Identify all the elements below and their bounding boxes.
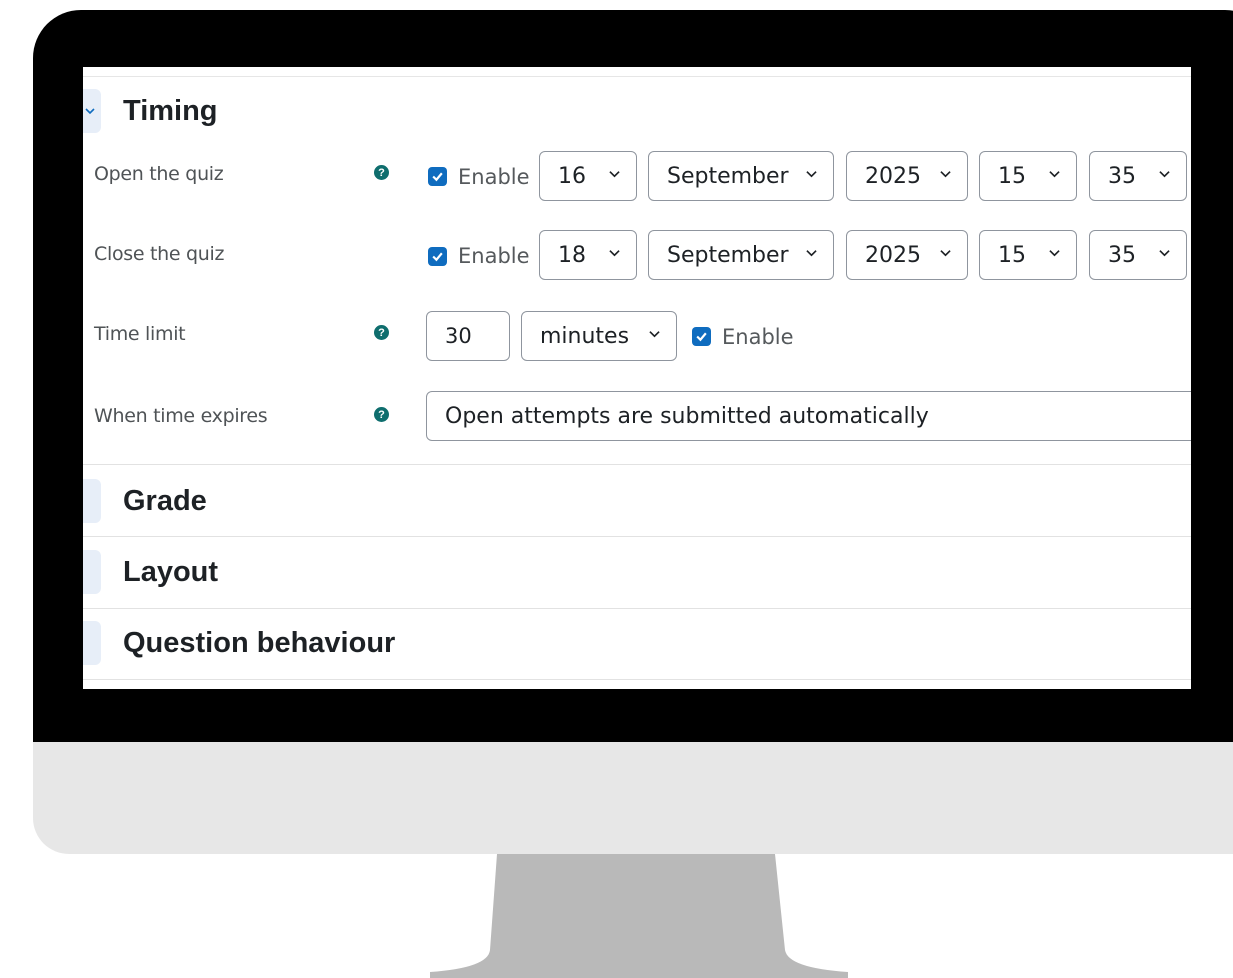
- collapse-toggle[interactable]: [83, 89, 101, 133]
- close-quiz-year-select[interactable]: 2025: [846, 230, 968, 280]
- close-quiz-enable-checkbox[interactable]: [428, 247, 447, 266]
- chevron-down-icon: [609, 171, 620, 178]
- chevron-down-icon: [609, 250, 620, 257]
- open-quiz-enable-label: Enable: [458, 165, 530, 189]
- open-quiz-label: Open the quiz: [94, 163, 224, 185]
- chevron-down-icon: [1159, 171, 1170, 178]
- open-quiz-hour-value: 15: [998, 163, 1026, 189]
- section-divider: [83, 536, 1191, 537]
- time-limit-unit-value: minutes: [540, 323, 630, 349]
- time-limit-input[interactable]: 30: [426, 311, 510, 361]
- close-quiz-day-value: 18: [558, 242, 586, 268]
- section-divider: [83, 464, 1191, 465]
- open-quiz-minute-value: 35: [1108, 163, 1136, 189]
- top-divider: [83, 76, 1191, 77]
- chevron-down-icon: [806, 171, 817, 178]
- open-quiz-year-select[interactable]: 2025: [846, 151, 968, 201]
- close-quiz-minute-value: 35: [1108, 242, 1136, 268]
- chevron-down-icon: [85, 108, 95, 115]
- close-quiz-month-value: September: [667, 242, 789, 268]
- chevron-down-icon: [1159, 250, 1170, 257]
- chevron-down-icon: [649, 331, 660, 338]
- time-limit-unit-select[interactable]: minutes: [521, 311, 677, 361]
- expand-toggle[interactable]: [83, 479, 101, 523]
- section-title-question-behaviour: Question behaviour: [123, 626, 396, 659]
- time-limit-enable-label: Enable: [722, 325, 794, 349]
- open-quiz-minute-select[interactable]: 35: [1089, 151, 1187, 201]
- close-quiz-month-select[interactable]: September: [648, 230, 834, 280]
- expand-toggle[interactable]: [83, 621, 101, 665]
- check-icon: [432, 252, 443, 262]
- question-circle-icon[interactable]: ?: [374, 325, 389, 340]
- when-time-expires-label: When time expires: [94, 405, 268, 427]
- open-quiz-enable-checkbox[interactable]: [428, 167, 447, 186]
- close-quiz-minute-select[interactable]: 35: [1089, 230, 1187, 280]
- section-divider: [83, 679, 1191, 680]
- open-quiz-month-value: September: [667, 163, 789, 189]
- chevron-down-icon: [1049, 171, 1060, 178]
- monitor-chin: [33, 742, 1233, 854]
- open-quiz-hour-select[interactable]: 15: [979, 151, 1077, 201]
- chevron-down-icon: [940, 250, 951, 257]
- check-icon: [432, 172, 443, 182]
- grade-section-header[interactable]: Grade: [83, 479, 1191, 523]
- chevron-down-icon: [940, 171, 951, 178]
- close-quiz-hour-select[interactable]: 15: [979, 230, 1077, 280]
- timing-section-header[interactable]: Timing: [83, 89, 1191, 133]
- chevron-down-icon: [806, 250, 817, 257]
- quiz-settings-screen: Timing Open the quiz ? Enable 16 Septemb…: [83, 67, 1191, 689]
- close-quiz-year-value: 2025: [865, 242, 921, 268]
- open-quiz-year-value: 2025: [865, 163, 921, 189]
- check-icon: [696, 332, 707, 342]
- section-title-layout: Layout: [123, 555, 219, 588]
- question-circle-icon[interactable]: ?: [374, 407, 389, 422]
- open-quiz-day-select[interactable]: 16: [539, 151, 637, 201]
- open-quiz-day-value: 16: [558, 163, 586, 189]
- expand-toggle[interactable]: [83, 550, 101, 594]
- section-title-timing: Timing: [123, 94, 218, 127]
- when-time-expires-select[interactable]: Open attempts are submitted automaticall…: [426, 391, 1191, 441]
- time-limit-label: Time limit: [94, 323, 186, 345]
- chevron-down-icon: [1049, 250, 1060, 257]
- close-quiz-label: Close the quiz: [94, 243, 225, 265]
- open-quiz-month-select[interactable]: September: [648, 151, 834, 201]
- close-quiz-day-select[interactable]: 18: [539, 230, 637, 280]
- when-time-expires-value: Open attempts are submitted automaticall…: [445, 403, 929, 429]
- close-quiz-hour-value: 15: [998, 242, 1026, 268]
- monitor-stand: [430, 854, 848, 978]
- time-limit-enable-checkbox[interactable]: [692, 327, 711, 346]
- close-quiz-enable-label: Enable: [458, 244, 530, 268]
- section-divider: [83, 608, 1191, 609]
- layout-section-header[interactable]: Layout: [83, 550, 1191, 594]
- question-behaviour-section-header[interactable]: Question behaviour: [83, 621, 1191, 665]
- section-title-grade: Grade: [123, 484, 207, 517]
- question-circle-icon[interactable]: ?: [374, 165, 389, 180]
